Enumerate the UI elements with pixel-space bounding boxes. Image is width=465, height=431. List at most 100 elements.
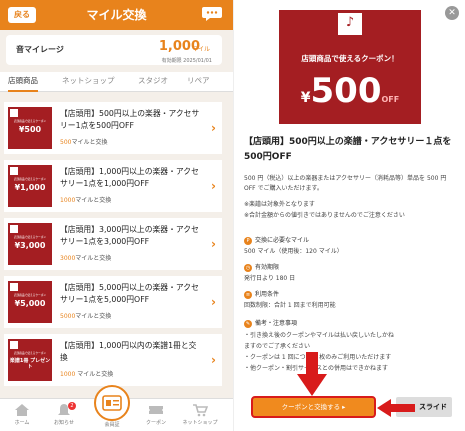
item-miles: 5000マイルと交換 — [60, 311, 111, 320]
remark-line: ますのでご了承ください — [244, 343, 311, 350]
chevron-right-icon: › — [211, 295, 216, 309]
music-note-icon: ♪ — [338, 13, 362, 35]
tab-repair[interactable]: リペア — [187, 72, 210, 92]
points-icon: P — [244, 236, 252, 245]
list-item[interactable]: 店頭商品で使えるクーポン ¥500 【店頭用】500円以上の楽器・アクセサリー1… — [4, 102, 222, 154]
music-note-icon — [10, 341, 18, 349]
music-note-icon — [10, 283, 18, 291]
coupon-yen: ¥ — [300, 90, 311, 106]
thumbnail-amount: ¥5,000 — [14, 299, 46, 308]
detail-note: ※合計金額からの値引きではありませんのでご注意ください — [244, 212, 405, 219]
item-miles-suffix: マイルと交換 — [75, 371, 114, 378]
coupon-caption: 店頭商品で使えるクーポン！ — [301, 54, 399, 63]
header-bar: 戻る マイル交換 — [0, 0, 233, 30]
page-title: マイル交換 — [86, 8, 147, 22]
close-icon[interactable]: ✕ — [445, 6, 459, 20]
coupon-thumbnail: 店頭商品で使えるクーポン ¥5,000 — [8, 281, 52, 323]
thumbnail-amount: ¥500 — [18, 125, 42, 134]
section-label: 交換に必要なマイル — [255, 237, 310, 244]
arrow-down-icon — [297, 352, 327, 396]
thumbnail-amount: ¥1,000 — [14, 183, 46, 192]
member-card-button[interactable] — [94, 385, 130, 421]
remarks-heading: ✎ 備考・注意事項 — [244, 318, 297, 328]
item-miles: 1000 マイルと交換 — [60, 369, 113, 378]
mileage-expiry: 有効期限 2025/01/01 — [161, 58, 212, 64]
coupon-detail-modal: ✕ ♪ 店頭商品で使えるクーポン！ ¥500OFF 【店頭用】500円以上の楽譜… — [233, 0, 465, 431]
thumbnail-amount: ¥3,000 — [14, 241, 46, 250]
member-card-icon — [102, 395, 122, 411]
thumbnail-amount: 楽譜1冊 プレゼント — [9, 358, 51, 370]
thumbnail-caption: 店頭商品で使えるクーポン — [13, 119, 47, 123]
exchange-coupon-button[interactable]: クーポンと交換する ▸ — [251, 396, 376, 418]
remark-line: ・引き換え後のクーポンやマイルは払い戻しいたしかね — [244, 332, 395, 339]
nav-home[interactable]: ホーム — [0, 399, 44, 426]
item-miles-value: 5000 — [60, 313, 76, 320]
detail-note: ※楽譜は対象外となります — [244, 201, 315, 208]
remark-line: ・他クーポン・割引サービスとの併用はできかねます — [244, 363, 444, 372]
thumbnail-caption: 店頭商品で使えるクーポン — [13, 293, 47, 297]
tab-studio[interactable]: スタジオ — [138, 72, 168, 92]
thumbnail-caption: 店頭商品で使えるクーポン — [13, 235, 47, 239]
item-miles-value: 3000 — [60, 255, 76, 262]
music-note-icon — [10, 167, 18, 175]
required-miles-heading: P 交換に必要なマイル — [244, 235, 309, 245]
nav-coupon[interactable]: クーポン — [134, 399, 178, 426]
chevron-right-icon: › — [211, 121, 216, 135]
member-card-label: 会員証 — [104, 422, 120, 428]
coupon-thumbnail: 店頭商品で使えるクーポン ¥1,000 — [8, 165, 52, 207]
item-miles-suffix: マイルと交換 — [75, 313, 112, 320]
chat-icon[interactable] — [201, 5, 223, 23]
notification-badge: 2 — [68, 402, 76, 410]
home-icon — [15, 404, 29, 416]
item-miles-value: 1000 — [60, 371, 76, 378]
list-item[interactable]: 店頭商品で使えるクーポン ¥5,000 【店頭用】5,000円以上の楽器・アクセ… — [4, 276, 222, 328]
item-title: 【店頭用】5,000円以上の楽器・アクセサリー1点を5,000円OFF — [60, 283, 199, 304]
arrow-left-icon — [377, 399, 415, 417]
list-icon: ≡ — [244, 290, 252, 299]
list-item[interactable]: 店頭商品で使えるクーポン 楽譜1冊 プレゼント 【店頭用】1,000円以内の楽譜… — [4, 334, 222, 386]
mileage-unit: マイル — [191, 46, 210, 53]
detail-title: 【店頭用】500円以上の楽譜・アクセサリー１点を 500円OFF — [244, 137, 452, 162]
item-title: 【店頭用】3,000円以上の楽器・アクセサリー1点を3,000円OFF — [60, 225, 199, 246]
validity-value: 発行日より 180 日 — [244, 275, 296, 282]
clock-icon: ◷ — [244, 263, 252, 272]
nav-label: クーポン — [145, 420, 166, 426]
mile-exchange-screen: 戻る マイル交換 音マイレージ 1,000 マイル 有効期限 2025/01/0… — [0, 0, 233, 431]
mileage-label: 音マイレージ — [16, 45, 64, 54]
nav-notifications[interactable]: 2 お知らせ — [42, 399, 86, 426]
item-miles-value: 500 — [60, 139, 72, 146]
conditions-value: 回数制限：合計 1 回まで利用可能 — [244, 302, 336, 309]
chevron-right-icon: › — [211, 237, 216, 251]
music-note-icon — [10, 109, 18, 117]
item-title: 【店頭用】1,000円以上の楽器・アクセサリー1点を1,000円OFF — [60, 167, 199, 188]
tab-net-shop[interactable]: ネットショップ — [62, 72, 115, 92]
list-item[interactable]: 店頭商品で使えるクーポン ¥3,000 【店頭用】3,000円以上の楽器・アクセ… — [4, 218, 222, 270]
remark-line: ・クーポンは 1 回につき 1 枚のみご利用いただけます — [244, 354, 392, 361]
item-title: 【店頭用】500円以上の楽器・アクセサリー1点を500円OFF — [60, 109, 200, 130]
tab-store-items[interactable]: 店頭商品 — [8, 72, 38, 92]
coupon-thumbnail: 店頭商品で使えるクーポン ¥500 — [8, 107, 52, 149]
item-miles-suffix: マイルと交換 — [71, 139, 108, 146]
list-item[interactable]: 店頭商品で使えるクーポン ¥1,000 【店頭用】1,000円以上の楽器・アクセ… — [4, 160, 222, 212]
nav-label: お知らせ — [54, 420, 74, 426]
item-miles: 1000マイルと交換 — [60, 195, 111, 204]
mileage-card: 音マイレージ 1,000 マイル 有効期限 2025/01/01 — [6, 35, 222, 65]
section-label: 利用条件 — [255, 291, 280, 298]
conditions-heading: ≡ 利用条件 — [244, 289, 279, 299]
memo-icon: ✎ — [244, 319, 252, 328]
section-label: 有効期限 — [255, 264, 280, 271]
required-miles-value: 500 マイル（使用後：120 マイル） — [244, 248, 343, 255]
coupon-thumbnail: 店頭商品で使えるクーポン 楽譜1冊 プレゼント — [8, 339, 52, 381]
validity-heading: ◷ 有効期限 — [244, 262, 279, 272]
coupon-thumbnail: 店頭商品で使えるクーポン ¥3,000 — [8, 223, 52, 265]
nav-label: ホーム — [14, 420, 30, 426]
item-title: 【店頭用】1,000円以内の楽譜1冊と交換 — [60, 341, 197, 362]
coupon-amount: ¥500OFF — [279, 73, 421, 109]
nav-net-shop[interactable]: ネットショップ — [178, 399, 222, 426]
chevron-right-icon: › — [211, 179, 216, 193]
category-tabs: 店頭商品 ネットショップ スタジオ リペア — [0, 72, 233, 92]
coupon-number: 500 — [310, 71, 382, 111]
thumbnail-caption: 店頭商品で使えるクーポン — [13, 177, 47, 181]
ticket-icon — [149, 406, 163, 414]
coupon-off: OFF — [381, 95, 400, 104]
